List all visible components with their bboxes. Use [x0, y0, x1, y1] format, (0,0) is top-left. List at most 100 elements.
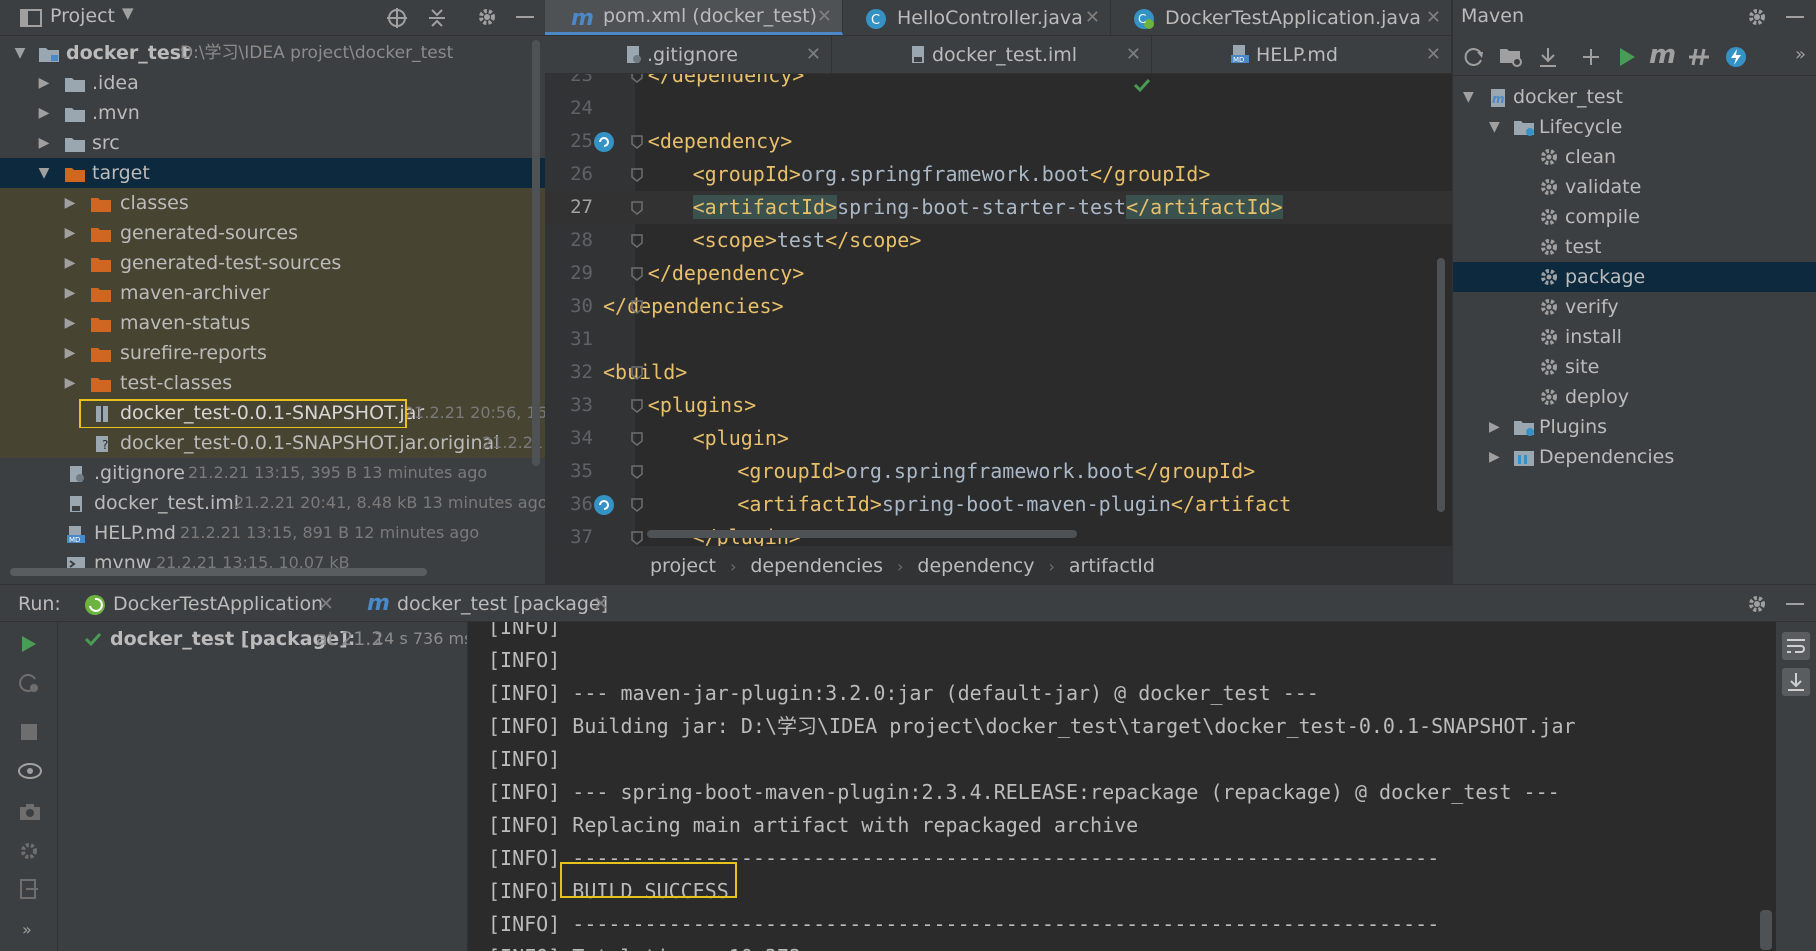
close-icon[interactable]: ✕ — [593, 585, 609, 623]
tree-root-docker-test[interactable]: ▼ docker_test D:\学习\IDEA project\docker_… — [0, 38, 545, 68]
chevron-down-icon[interactable]: ▼ — [122, 4, 134, 22]
gear-icon[interactable] — [1746, 593, 1768, 615]
locate-file-icon[interactable] — [386, 7, 408, 29]
code-line[interactable]: 31 — [545, 323, 1452, 356]
tree-file-iml[interactable]: docker_test.iml 21.2.21 20:41, 8.48 kB 1… — [0, 488, 545, 518]
close-icon[interactable]: ✕ — [1426, 44, 1441, 65]
gear-icon[interactable] — [476, 6, 498, 28]
close-icon[interactable]: ✕ — [1085, 7, 1100, 28]
console-output[interactable]: [INFO] [INFO] [INFO] --- maven-jar-plugin:… — [468, 622, 1776, 951]
code-line[interactable]: 26 <groupId>org.springframework.boot</gro… — [545, 158, 1452, 191]
tree-folder-mvn[interactable]: ▶ .mvn — [0, 98, 545, 128]
minimize-icon[interactable] — [1786, 16, 1804, 18]
editor-h-scrollbar[interactable] — [647, 530, 1077, 538]
tree-folder-generated-sources[interactable]: ▶ generated-sources — [0, 218, 545, 248]
fold-marker-icon[interactable] — [631, 300, 643, 314]
code-line[interactable]: 29 </dependency> — [545, 257, 1452, 290]
rerun-failed-icon[interactable] — [18, 672, 40, 694]
expand-arrow-icon[interactable]: ▶ — [62, 278, 78, 308]
exit-icon[interactable] — [18, 878, 40, 900]
code-line[interactable]: 28 <scope>test</scope> — [545, 224, 1452, 257]
close-icon[interactable]: ✕ — [806, 44, 821, 65]
maven-goal-install[interactable]: install — [1453, 322, 1816, 352]
code-line[interactable]: 25 <dependency> — [545, 125, 1452, 158]
fold-marker-icon[interactable] — [631, 234, 643, 248]
fold-marker-icon[interactable] — [631, 201, 643, 215]
tree-folder-test-classes[interactable]: ▶ test-classes — [0, 368, 545, 398]
tab-docker-test-application[interactable]: C DockerTestApplication.java ✕ — [1111, 0, 1452, 35]
stop-icon[interactable] — [21, 724, 37, 740]
code-line[interactable]: 36 <artifactId>spring-boot-maven-plugin</… — [545, 488, 1452, 521]
skip-tests-icon[interactable] — [1725, 46, 1747, 68]
maven-goal-verify[interactable]: verify — [1453, 292, 1816, 322]
close-icon[interactable]: ✕ — [318, 585, 334, 623]
close-icon[interactable]: ✕ — [817, 6, 832, 27]
maven-goal-deploy[interactable]: deploy — [1453, 382, 1816, 412]
code-line[interactable]: 35 <groupId>org.springframework.boot</gro… — [545, 455, 1452, 488]
expand-arrow-icon[interactable]: ▶ — [62, 218, 78, 248]
more-icon[interactable]: » — [22, 920, 32, 939]
fold-marker-icon[interactable] — [631, 531, 643, 545]
maven-lifecycle[interactable]: ▼ Lifecycle — [1453, 112, 1816, 142]
fold-marker-icon[interactable] — [631, 267, 643, 281]
expand-arrow-icon[interactable]: ▶ — [62, 308, 78, 338]
execute-maven-goal-icon[interactable]: m — [1649, 40, 1676, 70]
fold-marker-icon[interactable] — [631, 366, 643, 380]
maven-plugins[interactable]: ▶ Plugins — [1453, 412, 1816, 442]
fold-marker-icon[interactable] — [631, 498, 643, 512]
fold-marker-icon[interactable] — [631, 74, 643, 83]
run-tree-item[interactable]: docker_test [package]: at 21.2 14 s 736 … — [58, 622, 467, 656]
expand-arrow-icon[interactable]: ▼ — [36, 158, 52, 188]
tab-docker-test-iml[interactable]: docker_test.iml ✕ — [832, 36, 1152, 73]
code-line[interactable]: 32 <build> — [545, 356, 1452, 389]
breadcrumb-item[interactable]: dependencies — [750, 555, 883, 577]
tab-help-md[interactable]: MD HELP.md ✕ — [1152, 36, 1452, 73]
expand-arrow-icon[interactable]: ▶ — [62, 248, 78, 278]
code-line[interactable]: 24 — [545, 92, 1452, 125]
fold-marker-icon[interactable] — [631, 168, 643, 182]
close-icon[interactable]: ✕ — [1126, 44, 1141, 65]
maven-goal-clean[interactable]: clean — [1453, 142, 1816, 172]
more-icon[interactable]: » — [1795, 44, 1806, 65]
maven-goal-package[interactable]: package — [1453, 262, 1816, 292]
eye-icon[interactable] — [18, 762, 42, 780]
tree-file-help-md[interactable]: MD HELP.md 21.2.21 13:15, 891 B 12 minut… — [0, 518, 545, 548]
tree-folder-maven-archiver[interactable]: ▶ maven-archiver — [0, 278, 545, 308]
breadcrumb-item[interactable]: dependency — [917, 555, 1034, 577]
tab-pom-xml[interactable]: m pom.xml (docker_test) ✕ — [545, 0, 843, 35]
rerun-icon[interactable] — [20, 634, 38, 654]
toggle-offline-icon[interactable] — [1687, 46, 1711, 68]
run-tab-docker-test-package[interactable]: m docker_test [package] ✕ — [357, 585, 625, 626]
maven-goal-test[interactable]: test — [1453, 232, 1816, 262]
code-line[interactable]: 34 <plugin> — [545, 422, 1452, 455]
maven-goal-site[interactable]: site — [1453, 352, 1816, 382]
tree-folder-surefire-reports[interactable]: ▶ surefire-reports — [0, 338, 545, 368]
expand-arrow-icon[interactable]: ▼ — [1463, 82, 1474, 112]
tree-folder-src[interactable]: ▶ src — [0, 128, 545, 158]
add-icon[interactable] — [1580, 46, 1602, 68]
fold-marker-icon[interactable] — [631, 135, 643, 149]
fold-marker-icon[interactable] — [631, 432, 643, 446]
maven-goal-validate[interactable]: validate — [1453, 172, 1816, 202]
soft-wrap-icon[interactable] — [1782, 632, 1810, 660]
project-view-title[interactable]: Project — [50, 5, 115, 27]
code-line[interactable]: 23 </dependency> — [545, 74, 1452, 92]
expand-arrow-icon[interactable]: ▶ — [62, 188, 78, 218]
vertical-scrollbar[interactable] — [532, 40, 540, 466]
collapse-all-icon[interactable] — [426, 7, 448, 29]
breadcrumb-item[interactable]: project — [650, 555, 716, 577]
tab-gitignore[interactable]: .gitignore ✕ — [545, 36, 832, 73]
expand-arrow-icon[interactable]: ▼ — [1489, 112, 1500, 142]
tree-folder-generated-test-sources[interactable]: ▶ generated-test-sources — [0, 248, 545, 278]
tree-folder-classes[interactable]: ▶ classes — [0, 188, 545, 218]
scroll-to-end-icon[interactable] — [1782, 668, 1810, 696]
generate-sources-icon[interactable] — [1499, 46, 1523, 68]
horizontal-scrollbar[interactable] — [10, 568, 427, 576]
download-icon[interactable] — [1537, 46, 1559, 68]
run-tab-docker-test-application[interactable]: DockerTestApplication ✕ — [82, 585, 340, 623]
code-line[interactable]: 33 <plugins> — [545, 389, 1452, 422]
expand-arrow-icon[interactable]: ▶ — [36, 68, 52, 98]
maven-goal-compile[interactable]: compile — [1453, 202, 1816, 232]
expand-arrow-icon[interactable]: ▶ — [36, 98, 52, 128]
code-editor[interactable]: 23 </dependency> 24 25 <dependency> 26 <groupI… — [545, 74, 1452, 546]
